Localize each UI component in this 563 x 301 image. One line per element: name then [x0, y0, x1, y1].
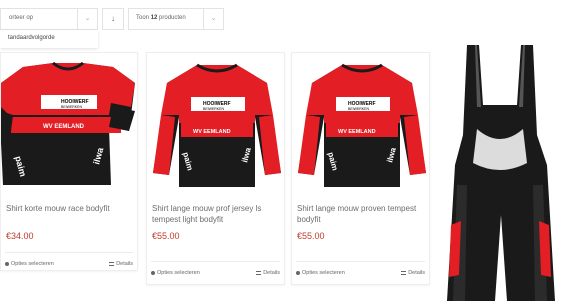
product-image[interactable]: [437, 45, 563, 301]
svg-text:WV EEMLAND: WV EEMLAND: [193, 129, 231, 135]
svg-text:BEIWERKEN: BEIWERKEN: [61, 105, 82, 109]
svg-text:WV EEMLAND: WV EEMLAND: [338, 129, 376, 135]
product-price: €55.00: [297, 231, 325, 241]
list-icon: [109, 261, 115, 266]
sort-select[interactable]: orteer op ⌄: [0, 8, 98, 30]
gear-icon: [151, 270, 155, 275]
chevron-down-icon: ⌄: [203, 9, 223, 29]
svg-text:BEIWERKEN: BEIWERKEN: [348, 107, 369, 111]
gear-icon: [296, 270, 300, 275]
product-image[interactable]: HOOIWERF BEIWERKEN WV EEMLAND paim ilwa: [147, 53, 284, 191]
sort-dropdown-option[interactable]: tandaardvolgorde: [0, 30, 98, 48]
product-actions: Opties selecteren Details: [296, 261, 425, 276]
bib-shorts-image: [447, 45, 555, 301]
product-price: €55.00: [152, 231, 180, 241]
details-button[interactable]: Details: [109, 261, 133, 267]
sort-select-value: orteer op: [9, 15, 34, 21]
product-image[interactable]: HOOIWERF BEIWERKEN WV EEMLAND paim ilwa: [1, 53, 137, 191]
long-sleeve-jersey-image: HOOIWERF BEIWERKEN WV EEMLAND paim ilwa: [153, 63, 281, 187]
long-sleeve-jersey-image: HOOIWERF BEIWERKEN WV EEMLAND paim ilwa: [298, 63, 426, 187]
count-suffix: producten: [159, 15, 186, 21]
select-options-button[interactable]: Opties selecteren: [296, 270, 345, 276]
details-button[interactable]: Details: [401, 270, 425, 276]
details-button[interactable]: Details: [256, 270, 280, 276]
short-sleeve-jersey-image: HOOIWERF BEIWERKEN WV EEMLAND paim ilwa: [1, 61, 135, 185]
count-prefix: Toon: [136, 15, 150, 21]
product-image[interactable]: HOOIWERF BEIWERKEN WV EEMLAND paim ilwa: [292, 53, 429, 191]
sort-order-button[interactable]: ↓: [102, 8, 124, 30]
chevron-down-icon: ⌄: [77, 9, 97, 29]
list-icon: [401, 270, 407, 275]
count-number: 12: [150, 15, 158, 21]
product-actions: Opties selecteren Details: [151, 261, 280, 276]
product-card[interactable]: HOOIWERF BEIWERKEN WV EEMLAND paim ilwa …: [0, 52, 138, 271]
svg-text:WV EEMLAND: WV EEMLAND: [43, 124, 85, 130]
sort-option-label: tandaardvolgorde: [8, 35, 55, 41]
products-per-page-select[interactable]: Toon 12 producten ⌄: [128, 8, 224, 30]
arrow-down-icon: ↓: [111, 14, 115, 23]
product-card[interactable]: [437, 45, 563, 301]
product-actions: Opties selecteren Details: [5, 252, 133, 267]
svg-text:BEIWERKEN: BEIWERKEN: [203, 107, 224, 111]
product-title[interactable]: Shirt lange mouw proven tempest bodyfit: [297, 203, 423, 225]
select-options-button[interactable]: Opties selecteren: [5, 261, 54, 267]
list-icon: [256, 270, 262, 275]
product-price: €34.00: [6, 231, 34, 241]
product-card[interactable]: HOOIWERF BEIWERKEN WV EEMLAND paim ilwa …: [146, 52, 285, 285]
gear-icon: [5, 261, 9, 266]
product-title[interactable]: Shirt lange mouw prof jersey ls tempest …: [152, 203, 278, 225]
product-card[interactable]: HOOIWERF BEIWERKEN WV EEMLAND paim ilwa …: [291, 52, 430, 285]
select-options-button[interactable]: Opties selecteren: [151, 270, 200, 276]
product-title[interactable]: Shirt korte mouw race bodyfit: [6, 203, 131, 214]
